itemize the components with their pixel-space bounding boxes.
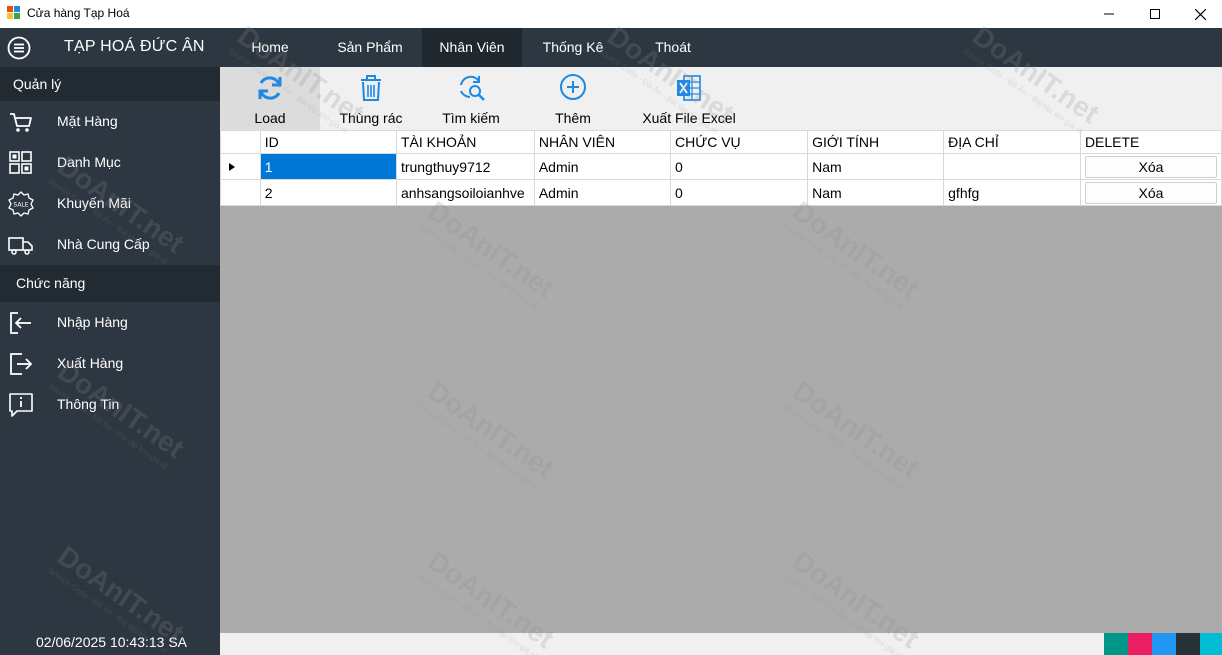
refresh-icon	[258, 76, 282, 100]
cell-gender[interactable]: Nam	[807, 153, 945, 180]
window-title: Cửa hàng Tạp Hoá	[27, 6, 130, 20]
theme-swatch-pink[interactable]	[1128, 633, 1152, 655]
trash-button[interactable]: Thùng rác	[330, 67, 412, 130]
menu-toggle-icon[interactable]	[7, 36, 31, 60]
add-button[interactable]: Thêm	[542, 67, 604, 130]
sidebar-item-label: Xuất Hàng	[57, 355, 124, 371]
sidebar-item-products[interactable]: Mặt Hàng	[0, 101, 220, 142]
column-header-id[interactable]: ID	[259, 130, 397, 154]
cell-id[interactable]: 2	[259, 179, 397, 206]
search-button[interactable]: Tìm kiếm	[432, 67, 510, 130]
import-icon	[10, 312, 31, 334]
sidebar-item-label: Mặt Hàng	[57, 113, 118, 129]
section-manage: Quản lý	[0, 67, 220, 101]
trash-label: Thùng rác	[339, 110, 403, 126]
maximize-icon	[1150, 9, 1160, 19]
export-excel-button[interactable]: Xuất File Excel	[638, 67, 740, 130]
cell-account[interactable]: trungthuy9712	[395, 153, 535, 180]
plus-circle-icon	[560, 74, 586, 100]
status-bar	[220, 633, 1222, 655]
sidebar-item-export[interactable]: Xuất Hàng	[0, 343, 220, 384]
column-header-address[interactable]: ĐỊA CHỈ	[943, 130, 1081, 154]
maximize-button[interactable]	[1132, 0, 1178, 28]
cell-delete: Xóa	[1079, 179, 1222, 206]
row-selector[interactable]	[220, 179, 261, 206]
export-excel-label: Xuất File Excel	[642, 110, 736, 126]
trash-icon	[361, 75, 381, 101]
table-row[interactable]: 2 anhsangsoiloianhve Admin 0 Nam gfhfg X…	[220, 179, 1222, 206]
app-window: Cửa hàng Tạp Hoá TẠP HOÁ ĐỨC ÂN Home Sản…	[0, 0, 1222, 655]
column-header-account[interactable]: TÀI KHOẢN	[395, 130, 535, 154]
theme-swatch-dark[interactable]	[1176, 633, 1200, 655]
brand-title: TẠP HOÁ ĐỨC ÂN	[64, 38, 205, 55]
toolbar: Load Thùng rác Tìm kiếm Thêm Xuất File E…	[220, 67, 1222, 130]
minimize-button[interactable]	[1086, 0, 1132, 28]
svg-text:SALE: SALE	[13, 202, 28, 209]
cell-delete: Xóa	[1079, 153, 1222, 180]
tab-products[interactable]: Sản Phẩm	[326, 28, 414, 67]
minimize-icon	[1104, 13, 1114, 15]
info-icon	[9, 393, 33, 417]
cell-gender[interactable]: Nam	[807, 179, 945, 206]
sidebar: Quản lý Mặt Hàng Danh Mục SALE Khuyến Mã…	[0, 67, 220, 655]
sidebar-item-info[interactable]: Thông Tin	[0, 384, 220, 425]
sidebar-item-label: Khuyến Mãi	[57, 195, 131, 211]
section-functions: Chức năng	[0, 265, 220, 302]
table-row[interactable]: 1 trungthuy9712 Admin 0 Nam Xóa	[220, 153, 1222, 180]
employee-grid-area: ID TÀI KHOẢN NHÂN VIÊN CHỨC VỤ GIỚI TÍNH…	[220, 130, 1222, 633]
app-icon	[7, 6, 20, 19]
cell-account[interactable]: anhsangsoiloianhve	[395, 179, 535, 206]
tab-statistics[interactable]: Thống Kê	[530, 28, 616, 67]
theme-swatch-cyan[interactable]	[1200, 633, 1222, 655]
sale-tag-icon: SALE	[8, 191, 34, 217]
cell-address[interactable]: gfhfg	[943, 179, 1081, 206]
top-navigation: TẠP HOÁ ĐỨC ÂN Home Sản Phẩm Nhân Viên T…	[0, 28, 1222, 67]
delete-row-button[interactable]: Xóa	[1084, 181, 1217, 204]
cell-id[interactable]: 1	[259, 153, 397, 180]
row-header-corner	[220, 130, 261, 154]
employee-table: ID TÀI KHOẢN NHÂN VIÊN CHỨC VỤ GIỚI TÍNH…	[220, 130, 1222, 206]
sidebar-item-import[interactable]: Nhập Hàng	[0, 302, 220, 343]
export-icon	[10, 353, 33, 375]
close-button[interactable]	[1177, 0, 1222, 28]
add-label: Thêm	[555, 110, 591, 126]
sidebar-item-label: Nhập Hàng	[57, 314, 128, 330]
cell-employee[interactable]: Admin	[533, 179, 672, 206]
sidebar-item-promotions[interactable]: SALE Khuyến Mãi	[0, 183, 220, 224]
sidebar-item-categories[interactable]: Danh Mục	[0, 142, 220, 183]
row-selector[interactable]	[220, 153, 261, 180]
current-row-arrow-icon	[229, 162, 235, 171]
load-label: Load	[254, 110, 286, 126]
cell-address[interactable]	[943, 153, 1081, 180]
delete-row-button[interactable]: Xóa	[1084, 155, 1217, 178]
load-button[interactable]: Load	[220, 67, 320, 130]
column-header-delete[interactable]: DELETE	[1079, 130, 1222, 154]
datetime-display: 02/06/2025 10:43:13 SA	[36, 634, 188, 650]
cell-employee[interactable]: Admin	[533, 153, 672, 180]
column-header-employee[interactable]: NHÂN VIÊN	[533, 130, 672, 154]
sidebar-item-label: Thông Tin	[57, 396, 120, 412]
tab-employees[interactable]: Nhân Viên	[422, 28, 522, 67]
table-header-row: ID TÀI KHOẢN NHÂN VIÊN CHỨC VỤ GIỚI TÍNH…	[220, 130, 1222, 154]
cell-role[interactable]: 0	[670, 153, 809, 180]
tab-exit[interactable]: Thoát	[645, 28, 701, 67]
truck-icon	[8, 237, 33, 255]
tab-home[interactable]: Home	[240, 28, 300, 67]
sidebar-item-label: Nhà Cung Cấp	[57, 236, 150, 252]
theme-swatch-blue[interactable]	[1152, 633, 1176, 655]
title-bar: Cửa hàng Tạp Hoá	[0, 0, 1222, 28]
search-refresh-icon	[460, 75, 485, 101]
grid-icon	[9, 151, 32, 174]
search-label: Tìm kiếm	[442, 110, 500, 126]
cell-role[interactable]: 0	[670, 179, 809, 206]
column-header-role[interactable]: CHỨC VỤ	[670, 130, 809, 154]
theme-swatch-teal[interactable]	[1104, 633, 1128, 655]
cart-icon	[10, 113, 32, 132]
close-icon	[1194, 8, 1206, 20]
sidebar-item-label: Danh Mục	[57, 154, 121, 170]
excel-icon	[677, 75, 701, 101]
sidebar-item-suppliers[interactable]: Nhà Cung Cấp	[0, 224, 220, 265]
column-header-gender[interactable]: GIỚI TÍNH	[807, 130, 945, 154]
